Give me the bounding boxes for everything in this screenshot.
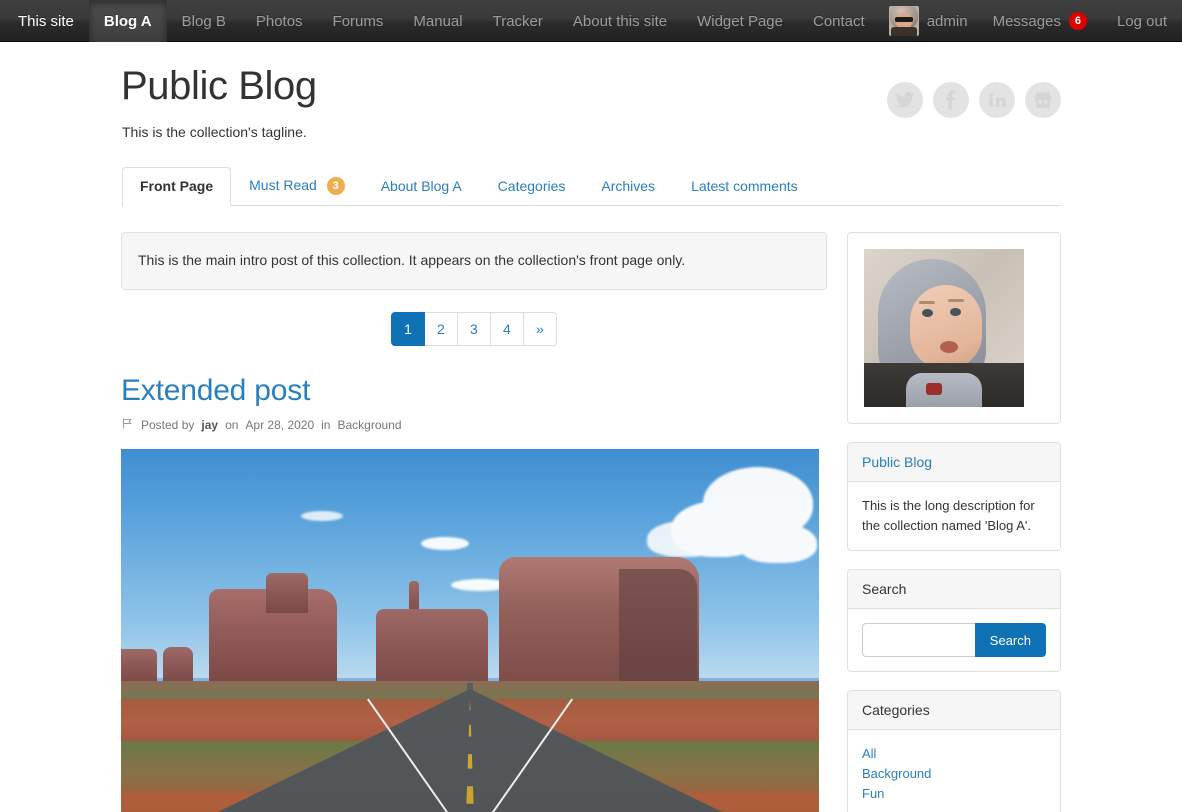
navbar-item-messages[interactable]: Messages 6 <box>978 0 1102 42</box>
sidebar: Public Blog This is the long description… <box>847 232 1061 812</box>
category-link-all[interactable]: All <box>862 746 876 761</box>
intro-panel: This is the main intro post of this coll… <box>121 232 827 290</box>
sidebar-about-body: This is the long description for the col… <box>862 498 1035 534</box>
sidebar-categories-title: Categories <box>848 691 1060 731</box>
search-button[interactable]: Search <box>974 623 1046 658</box>
search-input[interactable] <box>862 623 975 658</box>
tab-archives[interactable]: Archives <box>583 167 673 206</box>
collection-tabs: Front Page Must Read 3 About Blog A Cate… <box>121 166 1061 206</box>
category-link-fun[interactable]: Fun <box>862 786 884 801</box>
category-link-background[interactable]: Background <box>862 766 931 781</box>
avatar <box>888 6 919 36</box>
top-navbar: This site Blog A Blog B Photos Forums Ma… <box>0 0 1182 42</box>
pagination-page-1[interactable]: 1 <box>391 311 425 346</box>
messages-badge: 6 <box>1068 12 1087 30</box>
sidebar-about-title[interactable]: Public Blog <box>848 443 1060 482</box>
sidebar-search-widget: Search Search <box>847 569 1061 673</box>
pagination: 1 2 3 4 » <box>121 311 827 346</box>
sidebar-photo-widget <box>847 232 1061 424</box>
category-list: All Background Fun <box>862 744 1046 804</box>
pagination-next-button[interactable]: » <box>523 311 557 346</box>
facebook-icon[interactable] <box>933 82 969 118</box>
list-item[interactable]: Fun <box>862 784 1046 804</box>
butte-far-left <box>121 648 157 683</box>
sidebar-photo[interactable] <box>864 249 1024 407</box>
post-meta-posted-by: Posted by <box>141 417 195 432</box>
cloud-large <box>703 466 813 539</box>
navbar-brand-this-site[interactable]: This site <box>0 0 89 42</box>
navbar-item-contact[interactable]: Contact <box>798 0 880 42</box>
github-icon[interactable] <box>1025 82 1061 118</box>
navbar-left-items: This site Blog A Blog B Photos Forums Ma… <box>0 0 880 42</box>
social-links <box>887 82 1061 118</box>
post-date: Apr 28, 2020 <box>245 417 315 432</box>
post-featured-image <box>121 448 819 812</box>
tab-latest-comments-label: Latest comments <box>691 178 798 194</box>
butte-large-shadow <box>619 568 697 685</box>
tab-about-blog-a[interactable]: About Blog A <box>363 167 480 206</box>
sidebar-categories-widget: Categories All Background Fun <box>847 690 1061 812</box>
tab-front-page-label: Front Page <box>140 178 214 194</box>
main-column: This is the main intro post of this coll… <box>121 232 827 812</box>
sidebar-about-widget: Public Blog This is the long description… <box>847 442 1061 552</box>
twitter-icon[interactable] <box>887 82 923 118</box>
navbar-item-forums[interactable]: Forums <box>318 0 399 42</box>
tab-categories-label: Categories <box>497 178 566 194</box>
post-meta-on: on <box>225 417 239 432</box>
navbar-item-logout[interactable]: Log out <box>1102 0 1182 42</box>
navbar-user-menu[interactable]: admin <box>881 0 978 42</box>
tab-must-read-badge: 3 <box>326 177 345 195</box>
list-item[interactable]: All <box>862 744 1046 764</box>
butte-far-left-2 <box>163 646 193 683</box>
navbar-item-photos[interactable]: Photos <box>241 0 318 42</box>
post-category[interactable]: Background <box>337 418 401 432</box>
butte-middle <box>376 608 488 685</box>
navbar-item-blog-b[interactable]: Blog B <box>167 0 241 42</box>
search-form: Search <box>862 623 1046 658</box>
navbar-item-blog-a[interactable]: Blog A <box>88 0 167 42</box>
navbar-item-tracker[interactable]: Tracker <box>478 0 558 42</box>
linkedin-icon[interactable] <box>979 82 1015 118</box>
tab-archives-label: Archives <box>601 178 656 194</box>
list-item[interactable]: Background <box>862 764 1046 784</box>
messages-label: Messages <box>992 12 1061 30</box>
post: Extended post Posted by jay on Apr 28, 2… <box>121 374 827 812</box>
tab-categories[interactable]: Categories <box>480 167 584 206</box>
pagination-page-2[interactable]: 2 <box>424 311 458 346</box>
cloud-small-3 <box>301 510 343 521</box>
content-row: This is the main intro post of this coll… <box>121 232 1061 812</box>
post-title-link[interactable]: Extended post <box>121 374 310 407</box>
butte-spire <box>266 572 308 613</box>
pagination-page-3[interactable]: 3 <box>457 311 491 346</box>
page-tagline: This is the collection's tagline. <box>122 124 307 140</box>
navbar-right-items: admin Messages 6 Log out <box>881 0 1182 41</box>
flag-icon <box>121 417 134 433</box>
page-header: Public Blog This is the collection's tag… <box>121 42 1061 140</box>
pagination-page-4[interactable]: 4 <box>490 311 524 346</box>
navbar-item-manual[interactable]: Manual <box>398 0 477 42</box>
post-author[interactable]: jay <box>201 418 218 432</box>
navbar-item-widget-page[interactable]: Widget Page <box>682 0 798 42</box>
cloud-small-1 <box>421 536 469 550</box>
tab-about-blog-a-label: About Blog A <box>380 178 462 194</box>
sidebar-search-title: Search <box>848 570 1060 610</box>
tab-latest-comments[interactable]: Latest comments <box>673 167 816 206</box>
roadside-scrub <box>121 773 819 812</box>
tab-must-read[interactable]: Must Read 3 <box>231 166 363 206</box>
post-title: Extended post <box>121 374 827 407</box>
page-container: Public Blog This is the collection's tag… <box>121 42 1061 812</box>
tab-front-page[interactable]: Front Page <box>122 167 232 206</box>
tab-must-read-label: Must Read <box>249 177 317 193</box>
navbar-user-name: admin <box>926 12 968 30</box>
post-meta-in: in <box>321 417 331 432</box>
navbar-item-about-this-site[interactable]: About this site <box>558 0 682 42</box>
post-meta: Posted by jay on Apr 28, 2020 in Backgro… <box>121 417 827 433</box>
